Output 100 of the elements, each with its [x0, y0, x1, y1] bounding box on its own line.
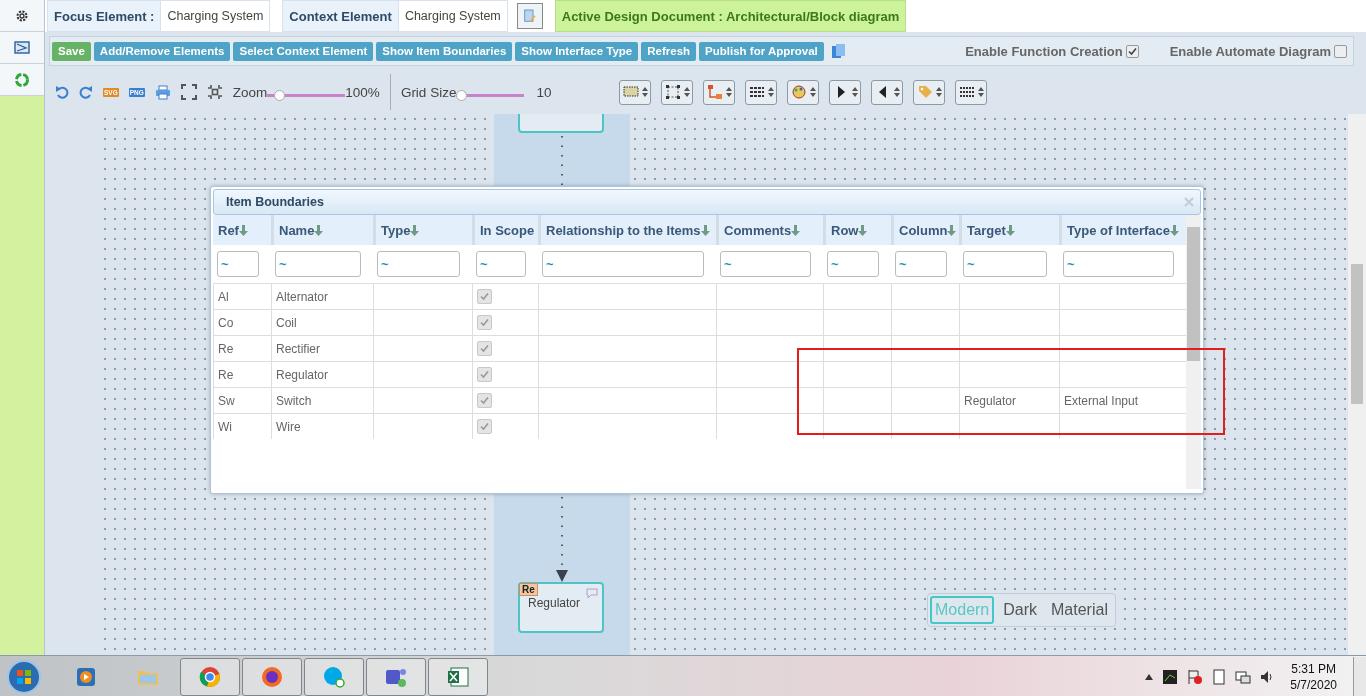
filter-field[interactable]: ~: [963, 251, 1047, 277]
filter-field[interactable]: ~: [476, 251, 526, 277]
taskbar-button[interactable]: [242, 657, 302, 696]
checkbox[interactable]: [1125, 44, 1139, 58]
scrollbar[interactable]: [1348, 114, 1366, 655]
flag-icon[interactable]: [1187, 668, 1204, 685]
column-header[interactable]: Ref: [213, 215, 271, 245]
undo-icon[interactable]: [55, 85, 69, 99]
dropdown-button[interactable]: [955, 79, 988, 105]
chip-icon[interactable]: [1162, 668, 1179, 685]
diagram-node[interactable]: Re Regulator: [518, 582, 604, 633]
table-cell: [823, 335, 891, 361]
option-label: Enable Function Creation: [965, 43, 1123, 59]
toolbar-button[interactable]: Show Item Boundaries: [376, 41, 513, 61]
filter-field[interactable]: ~: [542, 251, 704, 277]
filter-field[interactable]: ~: [827, 251, 879, 277]
taskbar-button[interactable]: [366, 657, 426, 696]
document-pencil-icon: [523, 7, 536, 25]
check-icon: [480, 396, 489, 405]
table-cell: Co: [213, 309, 271, 335]
checkbox[interactable]: [477, 315, 492, 330]
fit-icon[interactable]: [206, 84, 223, 100]
dropdown-button[interactable]: [829, 79, 862, 105]
toolbar-button[interactable]: Select Context Element: [233, 41, 374, 61]
browser-icon: [198, 664, 222, 689]
copy-icon[interactable]: [830, 43, 847, 59]
column-header[interactable]: Comments: [716, 215, 823, 245]
redo-icon[interactable]: [79, 85, 93, 99]
settings-icon[interactable]: [15, 8, 29, 23]
taskbar-button[interactable]: [428, 657, 488, 696]
column-header[interactable]: In Scope: [472, 215, 538, 245]
node-corners-icon: [664, 84, 681, 100]
column-header[interactable]: Target: [959, 215, 1059, 245]
dropdown-button[interactable]: [745, 79, 778, 105]
sort-arrow-icon: [858, 224, 868, 236]
checkbox[interactable]: [1334, 44, 1347, 58]
table-cell: [823, 309, 891, 335]
checkbox[interactable]: [477, 393, 492, 408]
filter-field[interactable]: ~: [275, 251, 361, 277]
taskbar-button[interactable]: [180, 657, 240, 696]
dialog-title: Item Boundaries: [226, 195, 324, 209]
expand-tray-icon[interactable]: [1145, 673, 1154, 680]
theme-option[interactable]: Dark: [998, 596, 1043, 624]
column-header[interactable]: Column: [891, 215, 959, 245]
checkbox[interactable]: [477, 367, 492, 382]
focus-element-label: Focus Element :: [47, 0, 162, 32]
theme-option[interactable]: Material: [1046, 596, 1113, 624]
edit-document-button[interactable]: [516, 3, 543, 29]
checkbox[interactable]: [477, 419, 492, 434]
table-cell: Switch: [271, 387, 373, 413]
clock-date: 5/7/2020: [1290, 676, 1337, 693]
toolbar-button[interactable]: Publish for Approval: [699, 41, 824, 61]
checkbox[interactable]: [477, 341, 492, 356]
fullscreen-icon[interactable]: [180, 84, 197, 100]
monitor-icon[interactable]: [14, 40, 30, 55]
check-icon: [480, 318, 489, 327]
table-cell: [823, 283, 891, 309]
volume-icon[interactable]: [1260, 669, 1275, 684]
filter-field[interactable]: ~: [1063, 251, 1174, 277]
dropdown-button[interactable]: [871, 79, 904, 105]
toolbar-button[interactable]: Add/Remove Elements: [93, 41, 231, 61]
filter-field[interactable]: ~: [377, 251, 460, 277]
toolbar-button[interactable]: Refresh: [641, 41, 697, 61]
browser-icon: [260, 664, 284, 689]
taskbar-button[interactable]: [304, 657, 364, 696]
dropdown-button[interactable]: [661, 79, 694, 105]
scrollbar[interactable]: [1186, 215, 1201, 489]
palette-icon: [790, 84, 807, 100]
start-button[interactable]: [6, 658, 42, 695]
filter-field[interactable]: ~: [895, 251, 947, 277]
comment-icon[interactable]: [586, 588, 598, 599]
connector-icon: [706, 84, 723, 100]
column-header[interactable]: Type: [373, 215, 472, 245]
network-icon[interactable]: [1235, 668, 1252, 685]
column-header[interactable]: Type of Interface: [1059, 215, 1186, 245]
table-cell: [891, 283, 959, 309]
caret-icon: [893, 87, 900, 97]
toolbar-button[interactable]: Show Interface Type: [515, 41, 639, 61]
cycle-icon[interactable]: [14, 71, 30, 88]
table-cell: [823, 361, 891, 387]
column-header[interactable]: Name: [271, 215, 373, 245]
print-icon[interactable]: [154, 84, 171, 100]
slider-thumb[interactable]: [456, 89, 468, 101]
table-cell: [891, 387, 959, 413]
device-icon[interactable]: [1212, 668, 1227, 685]
tag-icon: [916, 84, 933, 100]
caret-icon: [809, 87, 816, 97]
filter-field[interactable]: ~: [720, 251, 811, 277]
context-element-label: Context Element: [282, 0, 399, 32]
checkbox[interactable]: [477, 289, 492, 304]
save-button[interactable]: Save: [52, 41, 91, 61]
show-desktop-button[interactable]: [1353, 656, 1366, 696]
column-header[interactable]: Row: [823, 215, 891, 245]
table-cell: Re: [213, 361, 271, 387]
check-icon: [1127, 46, 1137, 56]
filter-field[interactable]: ~: [217, 251, 259, 277]
spreadsheet-icon: [446, 664, 470, 689]
table-cell: [823, 413, 891, 439]
column-header[interactable]: Relationship to the Items: [538, 215, 716, 245]
slider-thumb[interactable]: [274, 89, 286, 101]
